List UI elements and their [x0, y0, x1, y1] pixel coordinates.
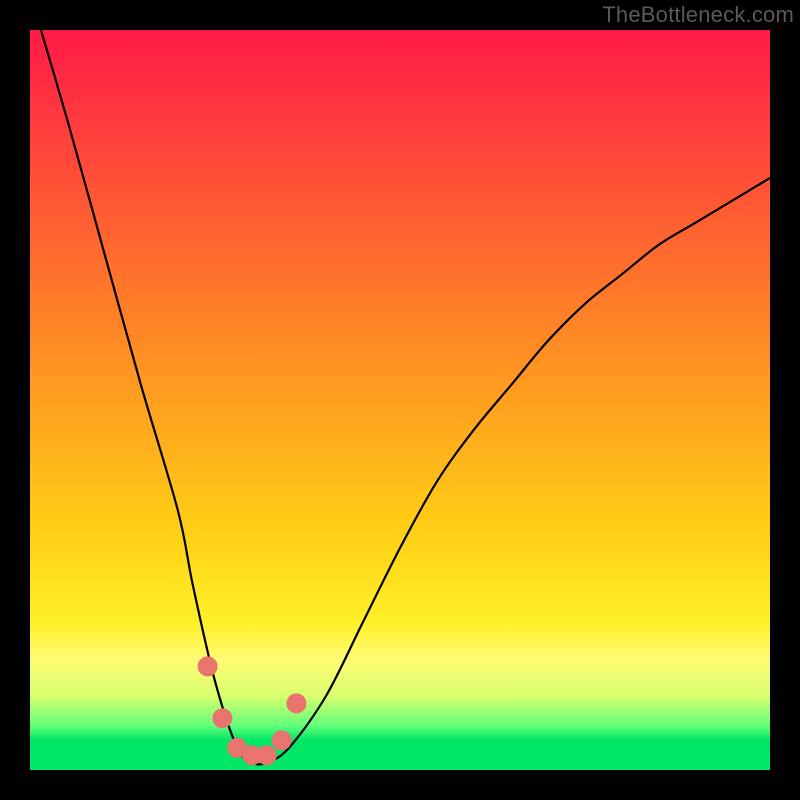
bottleneck-curve	[30, 30, 770, 764]
plot-area	[30, 30, 770, 770]
marker-point	[212, 708, 232, 728]
watermark-text: TheBottleneck.com	[602, 2, 794, 28]
marker-point	[286, 693, 306, 713]
marker-point	[257, 745, 277, 765]
marker-point	[272, 730, 292, 750]
chart-frame: TheBottleneck.com	[0, 0, 800, 800]
curve-layer	[30, 30, 770, 770]
marker-point	[198, 656, 218, 676]
marker-group	[198, 656, 307, 765]
